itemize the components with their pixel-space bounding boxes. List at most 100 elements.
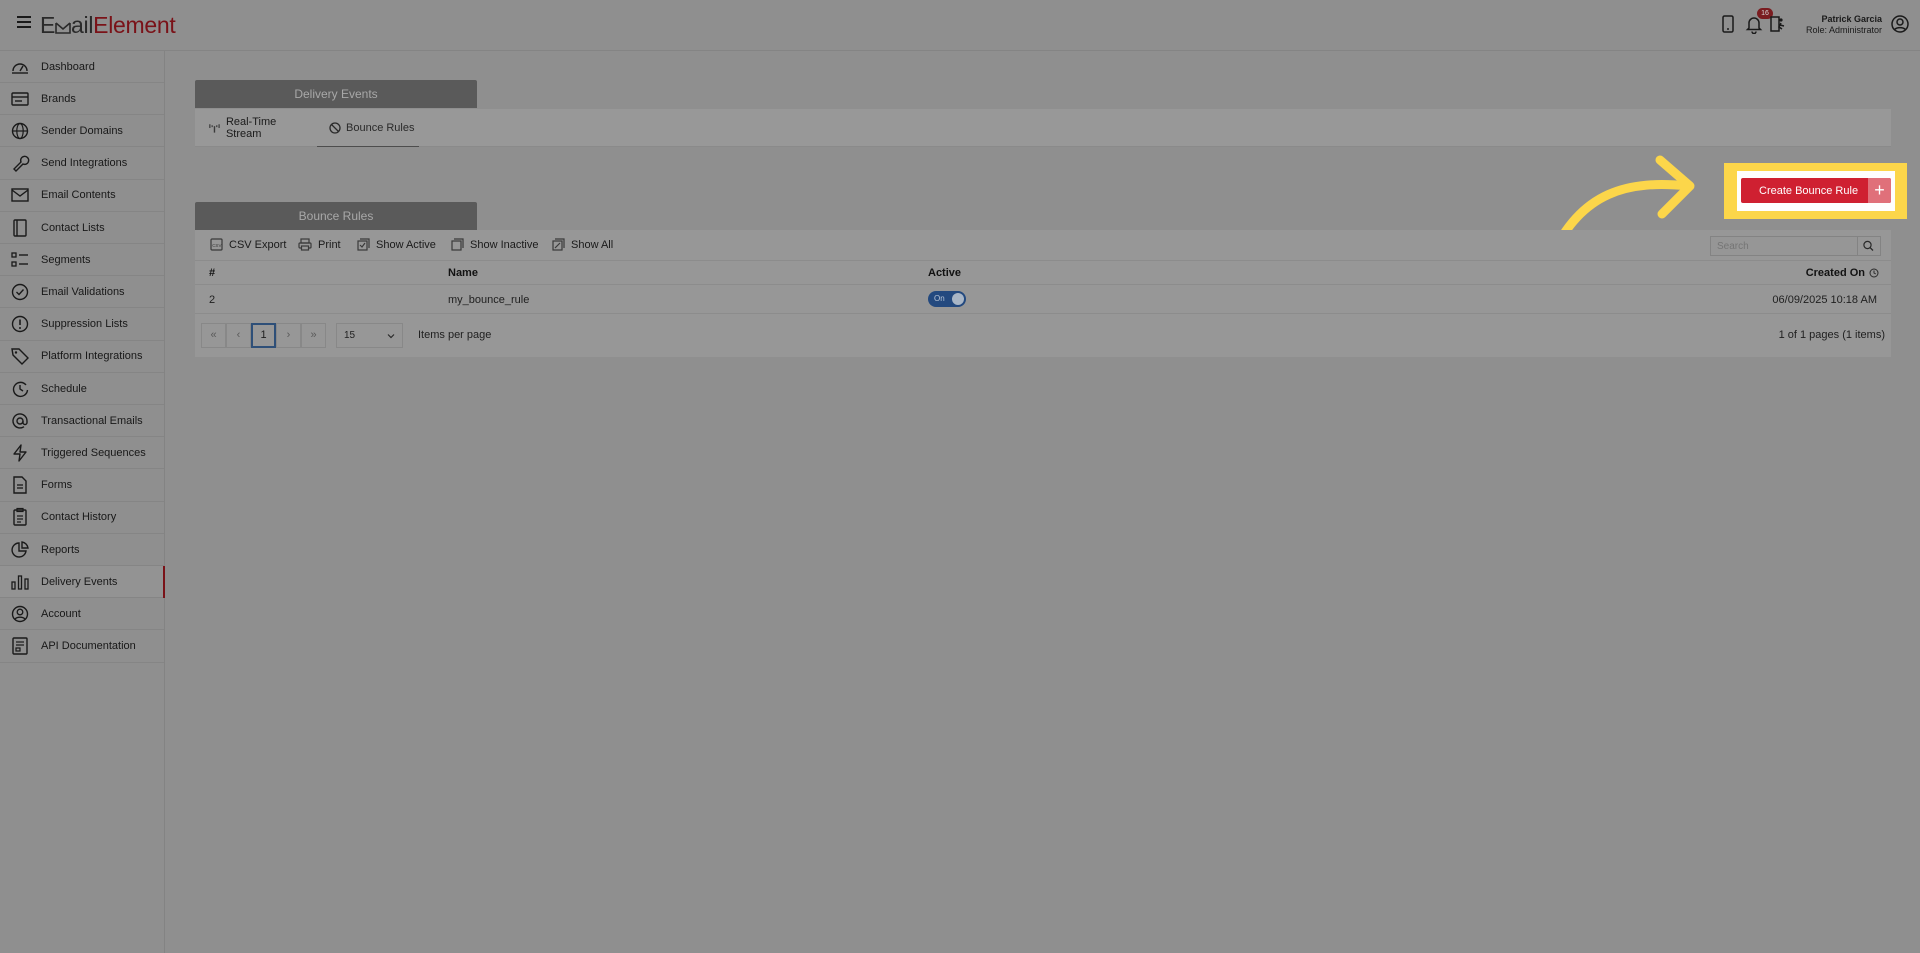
sidebar-item-dashboard[interactable]: Dashboard [0,51,164,83]
bolt-icon [13,444,27,462]
sidebar-item-label: Segments [41,253,91,266]
search-input[interactable] [1710,236,1858,256]
logo-envelope-icon [55,22,71,34]
sidebar-item-label: Transactional Emails [41,414,143,427]
bounce-rules-grid: CSV CSV Export Print Show Active Show In… [195,230,1891,357]
alert-circle-icon [11,315,29,333]
mobile-phone-icon[interactable] [1718,14,1738,34]
pager-summary: 1 of 1 pages (1 items) [1778,329,1885,341]
table-header: # Name Active Created On [195,261,1891,285]
schedule-icon [12,381,29,397]
logo-letter: E [40,12,56,38]
delivery-events-title: Delivery Events [195,80,477,108]
envelope-icon [11,188,29,202]
sidebar-item-delivery-events[interactable]: Delivery Events [0,566,165,599]
sidebar-item-email-validations[interactable]: Email Validations [0,276,164,309]
wrench-icon [13,155,30,173]
create-bounce-rule-button[interactable]: Create Bounce Rule + [1741,178,1891,203]
items-per-page-label: Items per page [418,329,492,341]
show-inactive-button[interactable]: Show Inactive [451,238,538,251]
user-circle-icon [11,605,29,623]
sidebar-item-sender-domains[interactable]: Sender Domains [0,115,164,148]
sidebar-item-account[interactable]: Account [0,598,164,631]
sidebar-item-label: Dashboard [41,60,95,73]
active-toggle[interactable]: On [928,291,966,307]
svg-text:CSV: CSV [212,243,221,248]
print-button[interactable]: Print [298,238,341,251]
current-page-button[interactable]: 1 [251,323,276,348]
sidebar-item-contact-lists[interactable]: Contact Lists [0,212,164,244]
sidebar-item-platform-integrations[interactable]: Platform Integrations [0,341,164,373]
show-active-button[interactable]: Show Active [357,238,436,251]
form-icon [13,476,27,494]
csv-file-icon: CSV [210,238,223,251]
user-role: Role: Administrator [1805,25,1882,35]
sidebar-item-label: Suppression Lists [41,318,128,331]
sidebar-item-reports[interactable]: Reports [0,534,164,566]
sidebar-item-label: Email Contents [41,189,116,202]
show-all-icon [552,238,565,251]
table-row[interactable]: 2 my_bounce_rule On 06/09/2025 10:18 AM [195,285,1891,314]
column-number[interactable]: # [209,267,215,279]
sidebar-item-schedule[interactable]: Schedule [0,373,164,405]
ban-icon [329,121,341,134]
show-all-button[interactable]: Show All [552,238,613,251]
grid-toolbar: CSV CSV Export Print Show Active Show In… [195,230,1891,261]
show-inactive-label: Show Inactive [470,238,539,251]
sidebar-item-send-integrations[interactable]: Send Integrations [0,148,164,180]
hamburger-menu-icon[interactable] [17,16,31,30]
sidebar-item-triggered-sequences[interactable]: Triggered Sequences [0,437,164,470]
sidebar-item-segments[interactable]: Segments [0,244,164,277]
sidebar-item-label: Schedule [41,382,87,395]
sidebar-item-label: Brands [41,92,76,105]
app-logo[interactable]: EailElement [40,12,176,39]
row-number: 2 [209,294,216,306]
search-button[interactable] [1858,236,1881,256]
pager: « ‹ 1 › » 15 Items per page 1 of 1 pages… [195,314,1891,357]
last-page-button[interactable]: » [301,323,326,348]
tag-icon [11,348,29,366]
sidebar-item-label: Reports [41,543,80,556]
sidebar-item-suppression-lists[interactable]: Suppression Lists [0,309,164,341]
sidebar-item-brands[interactable]: Brands [0,83,164,116]
column-name[interactable]: Name [448,267,478,279]
bar-chart-icon [11,575,29,590]
tab-real-time-stream[interactable]: Real-Time Stream [208,109,308,147]
sidebar-item-label: API Documentation [41,640,136,653]
brands-icon [11,91,29,106]
first-page-button[interactable]: « [201,323,226,348]
sidebar-item-label: Account [41,607,81,620]
list-icon [11,252,28,267]
page-size-value: 15 [344,330,356,341]
sidebar-item-email-contents[interactable]: Email Contents [0,180,164,212]
prev-page-button[interactable]: ‹ [226,323,251,348]
user-name: Patrick Garcia [1821,14,1882,24]
at-icon [12,412,28,429]
sidebar-item-forms[interactable]: Forms [0,470,164,502]
exit-icon[interactable] [1767,14,1787,34]
show-active-icon [357,238,370,251]
column-created-on[interactable]: Created On [1806,267,1865,279]
column-active[interactable]: Active [928,267,961,279]
next-page-button[interactable]: › [276,323,301,348]
tab-bounce-rules[interactable]: Bounce Rules [317,109,419,147]
sidebar-item-label: Platform Integrations [41,350,143,363]
sidebar-item-transactional-emails[interactable]: Transactional Emails [0,405,164,438]
user-info[interactable]: Patrick Garcia Role: Administrator [1806,14,1882,36]
chevron-down-icon [387,334,395,339]
sidebar-item-api-documentation[interactable]: API Documentation [0,631,164,663]
page-size-select[interactable]: 15 [336,323,403,348]
csv-export-label: CSV Export [229,238,287,251]
sidebar-item-label: Forms [41,479,73,492]
sidebar-item-contact-history[interactable]: Contact History [0,502,164,534]
show-active-label: Show Active [376,238,436,251]
delivery-events-tabbar: Real-Time Stream Bounce Rules [195,109,1891,147]
logo-text-mid: ail [71,12,94,38]
user-avatar-icon[interactable] [1890,14,1910,34]
create-button-label: Create Bounce Rule [1759,184,1859,197]
csv-export-button[interactable]: CSV CSV Export [210,238,286,251]
check-circle-icon [11,283,29,301]
globe-icon [11,122,29,140]
api-doc-icon [12,637,28,655]
sidebar-item-label: Triggered Sequences [41,446,146,459]
